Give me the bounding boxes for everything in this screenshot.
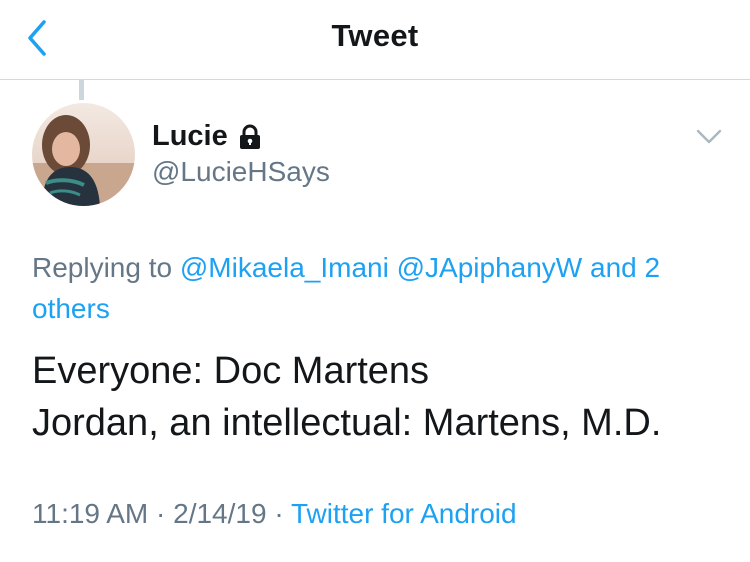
chevron-down-icon[interactable] (692, 125, 726, 149)
tweet-date: 2/14/19 (173, 498, 267, 529)
tweet-meta: 11:19 AM · 2/14/19 · Twitter for Android (32, 498, 517, 530)
page-title: Tweet (331, 18, 419, 53)
tweet-source-link[interactable]: Twitter for Android (291, 498, 517, 529)
mention-link[interactable]: @JApiphanyW (397, 252, 583, 283)
meta-separator: · (156, 498, 166, 529)
author-name[interactable]: Lucie (152, 120, 228, 153)
meta-separator: · (274, 498, 284, 529)
avatar[interactable] (32, 103, 135, 206)
top-nav-bar: Tweet (0, 0, 750, 80)
tweet-time: 11:19 AM (32, 498, 149, 529)
tweet-text-line: Everyone: Doc Martens (32, 350, 430, 392)
thread-connector-line (79, 80, 84, 100)
tweet-text-line: Jordan, an intellectual: Martens, M.D. (32, 402, 662, 444)
replying-to-label: Replying to (32, 252, 173, 283)
mention-link[interactable]: @Mikaela_Imani (180, 252, 389, 283)
replying-to-line: Replying to @Mikaela_Imani @JApiphanyW a… (32, 247, 722, 329)
author-handle[interactable]: @LucieHSays (152, 156, 330, 188)
tweet-text: Everyone: Doc Martens Jordan, an intelle… (32, 345, 732, 449)
author-row: Lucie (152, 120, 262, 153)
lock-icon (239, 124, 260, 149)
